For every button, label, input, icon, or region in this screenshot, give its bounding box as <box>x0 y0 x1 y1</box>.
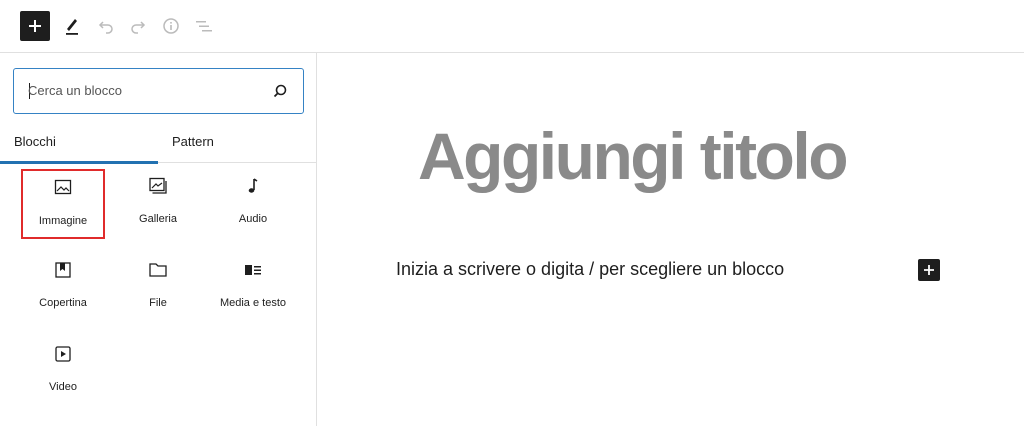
block-item-label: Immagine <box>38 215 88 227</box>
details-button[interactable] <box>156 11 186 41</box>
paragraph-placeholder[interactable]: Inizia a scrivere o digita / per sceglie… <box>396 259 784 280</box>
tab-pattern[interactable]: Pattern <box>158 128 316 163</box>
media-text-icon <box>245 265 261 275</box>
undo-icon <box>98 21 113 34</box>
block-item-label: Media e testo <box>219 297 287 309</box>
block-item-copertina[interactable]: Copertina <box>21 253 105 323</box>
block-item-label: Audio <box>238 213 268 225</box>
inline-add-block-button[interactable] <box>918 259 940 281</box>
block-item-label: File <box>149 297 167 309</box>
redo-button[interactable] <box>123 11 153 41</box>
block-search <box>13 68 304 114</box>
audio-icon <box>248 178 258 193</box>
plus-icon <box>924 265 934 275</box>
block-item-label: Video <box>49 381 77 393</box>
list-view-icon <box>196 21 212 32</box>
add-block-button[interactable] <box>20 11 50 41</box>
video-icon <box>55 346 71 362</box>
block-search-input[interactable] <box>28 69 268 112</box>
undo-button[interactable] <box>91 11 121 41</box>
list-view-button[interactable] <box>189 11 219 41</box>
block-item-audio[interactable]: Audio <box>211 169 295 239</box>
block-item-file[interactable]: File <box>116 253 200 323</box>
block-inserter-panel: Blocchi Pattern Immagine Galleria Audio … <box>0 53 317 426</box>
block-item-galleria[interactable]: Galleria <box>116 169 200 239</box>
folder-icon <box>149 263 167 277</box>
tab-blocchi[interactable]: Blocchi <box>0 128 158 164</box>
gallery-icon <box>149 177 167 194</box>
block-item-video[interactable]: Video <box>21 337 105 407</box>
block-item-immagine[interactable]: Immagine <box>21 169 105 239</box>
pencil-icon <box>66 19 78 35</box>
tools-button[interactable] <box>57 11 87 41</box>
info-icon <box>163 18 179 34</box>
post-title-field[interactable]: Aggiungi titolo <box>418 118 849 194</box>
block-item-label: Copertina <box>39 297 87 309</box>
search-icon[interactable] <box>271 82 289 100</box>
plus-icon <box>29 20 41 32</box>
cover-icon <box>55 262 71 278</box>
image-icon <box>54 179 72 195</box>
editor-toolbar <box>0 0 1024 53</box>
redo-icon <box>131 21 146 34</box>
block-item-label: Galleria <box>139 213 177 225</box>
block-item-media-e-testo[interactable]: Media e testo <box>211 253 295 323</box>
inserter-tabs: Blocchi Pattern <box>0 128 316 164</box>
